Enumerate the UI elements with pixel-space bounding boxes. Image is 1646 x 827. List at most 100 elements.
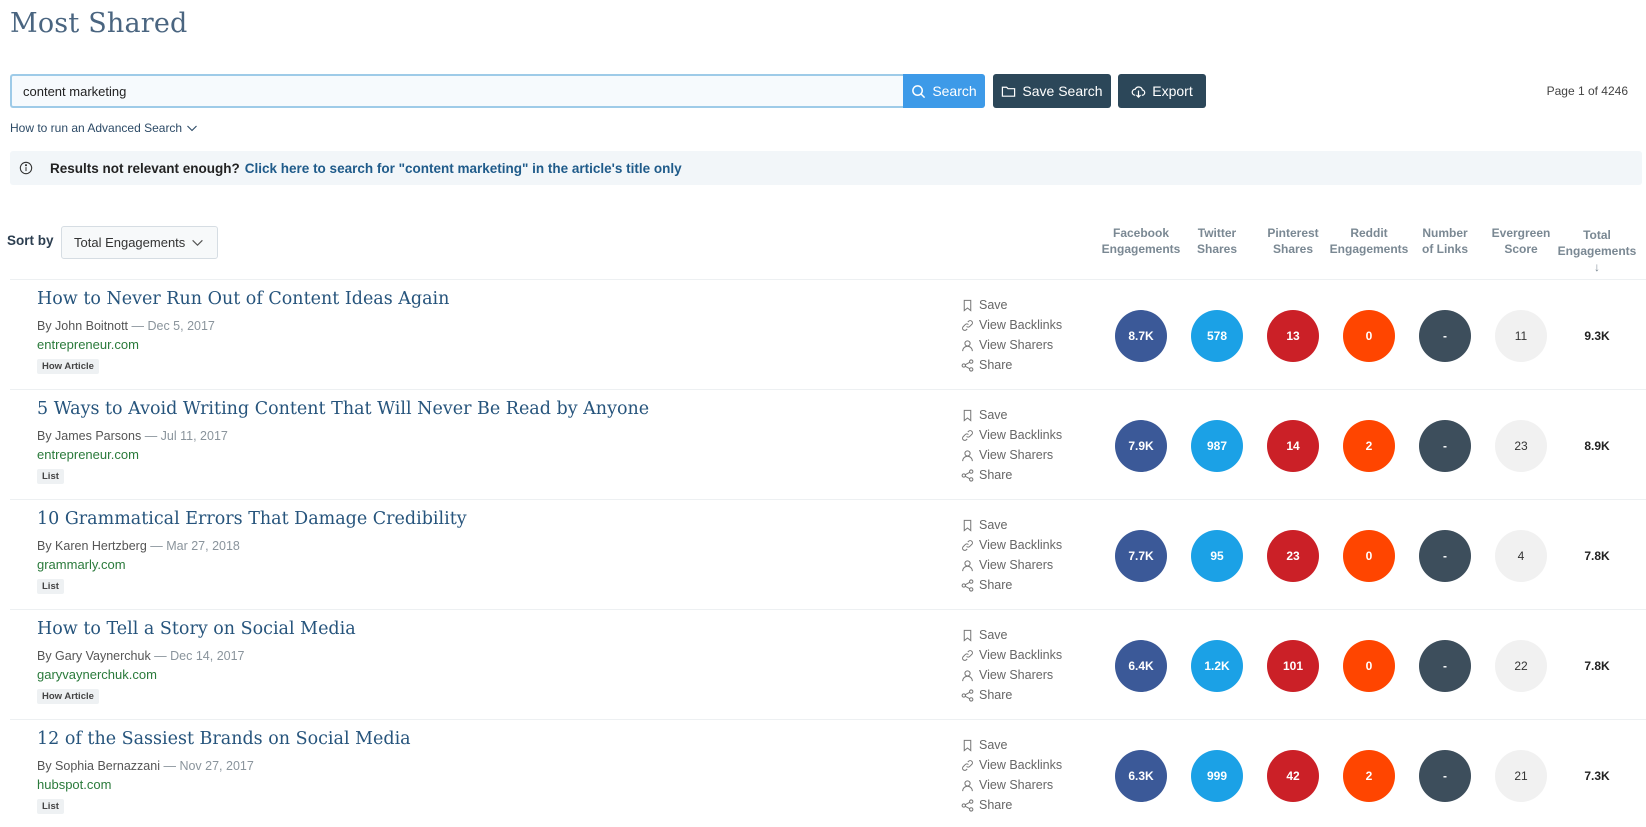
bookmark-icon [963,519,972,532]
article-domain[interactable]: entrepreneur.com [37,337,139,352]
view-backlinks-label: View Backlinks [979,538,1063,552]
article-actions: Save View Backlinks View Sharers Share [961,295,1062,375]
article-title[interactable]: 5 Ways to Avoid Writing Content That Wil… [37,399,649,419]
article-byline: By Karen Hertzberg — Mar 27, 2018 [37,539,240,553]
article-domain[interactable]: entrepreneur.com [37,447,139,462]
share-action[interactable]: Share [961,795,1062,815]
article-byline: By Sophia Bernazzani — Nov 27, 2017 [37,759,254,773]
save-action-label: Save [979,628,1008,642]
table-row: How to Tell a Story on Social Media By G… [0,609,1646,719]
number-of-links-badge: - [1419,420,1471,472]
col-header-facebook[interactable]: Facebook Engagements [1101,225,1181,257]
article-author[interactable]: By John Boitnott [37,319,128,333]
share-action[interactable]: Share [961,465,1062,485]
facebook-engagements-badge: 6.3K [1115,750,1167,802]
export-label: Export [1152,83,1193,99]
article-type-badge: How Article [37,359,99,374]
evergreen-score-badge: 22 [1495,640,1547,692]
total-engagements-value: 7.8K [1584,659,1610,673]
share-action-label: Share [979,688,1013,702]
article-date: — Dec 14, 2017 [150,649,245,663]
user-icon [962,449,973,461]
article-domain[interactable]: garyvaynerchuk.com [37,667,157,682]
view-backlinks-action[interactable]: View Backlinks [961,535,1062,555]
share-icon [961,798,974,812]
article-type-badge: List [37,799,64,814]
article-title[interactable]: How to Never Run Out of Content Ideas Ag… [37,289,449,309]
chevron-down-icon [187,125,197,132]
article-author[interactable]: By James Parsons [37,429,141,443]
export-button[interactable]: Export [1118,74,1206,108]
save-action-label: Save [979,518,1008,532]
article-type-badge: List [37,579,64,594]
share-action[interactable]: Share [961,575,1062,595]
view-sharers-action[interactable]: View Sharers [961,665,1062,685]
share-icon [961,688,974,702]
save-action[interactable]: Save [961,405,1062,425]
save-action-label: Save [979,408,1008,422]
article-author[interactable]: By Gary Vaynerchuk [37,649,151,663]
advanced-search-link[interactable]: How to run an Advanced Search [10,121,198,135]
search-icon [912,84,926,98]
sort-label: Sort by [7,233,54,248]
total-engagements-value: 9.3K [1584,329,1610,343]
link-icon [962,759,973,771]
article-byline: By Gary Vaynerchuk — Dec 14, 2017 [37,649,245,663]
article-actions: Save View Backlinks View Sharers Share [961,735,1062,815]
article-byline: By John Boitnott — Dec 5, 2017 [37,319,215,333]
user-icon [962,669,973,681]
save-action[interactable]: Save [961,625,1062,645]
share-action-label: Share [979,798,1013,812]
article-date: — Dec 5, 2017 [128,319,215,333]
link-icon [962,429,973,441]
title-only-search-link[interactable]: Click here to search for "content market… [245,161,682,176]
search-button[interactable]: Search [903,74,985,108]
view-backlinks-action[interactable]: View Backlinks [961,315,1062,335]
relevance-notice: Results not relevant enough? Click here … [10,151,1642,185]
facebook-engagements-badge: 7.7K [1115,530,1167,582]
sort-select[interactable]: Total Engagements [61,226,218,259]
article-author[interactable]: By Sophia Bernazzani [37,759,160,773]
share-action[interactable]: Share [961,685,1062,705]
view-sharers-action[interactable]: View Sharers [961,555,1062,575]
article-domain[interactable]: hubspot.com [37,777,111,792]
view-sharers-action[interactable]: View Sharers [961,335,1062,355]
view-backlinks-action[interactable]: View Backlinks [961,645,1062,665]
col-header-twitter[interactable]: Twitter Shares [1177,225,1257,257]
save-action[interactable]: Save [961,735,1062,755]
total-engagements-value: 7.8K [1584,549,1610,563]
col-header-total[interactable]: Total Engagements ↓ [1557,227,1637,275]
cloud-download-icon [1131,85,1146,98]
user-icon [962,339,973,351]
share-icon [961,468,974,482]
col-header-reddit[interactable]: Reddit Engagements [1329,225,1409,257]
article-author[interactable]: By Karen Hertzberg [37,539,147,553]
view-sharers-action[interactable]: View Sharers [961,445,1062,465]
share-action[interactable]: Share [961,355,1062,375]
article-actions: Save View Backlinks View Sharers Share [961,625,1062,705]
article-title[interactable]: 10 Grammatical Errors That Damage Credib… [37,509,467,529]
save-action[interactable]: Save [961,295,1062,315]
search-input[interactable] [10,74,903,108]
view-sharers-action[interactable]: View Sharers [961,775,1062,795]
article-domain[interactable]: grammarly.com [37,557,126,572]
col-header-links[interactable]: Number of Links [1405,225,1485,257]
col-header-pinterest[interactable]: Pinterest Shares [1253,225,1333,257]
facebook-engagements-badge: 7.9K [1115,420,1167,472]
article-date: — Nov 27, 2017 [160,759,254,773]
save-action[interactable]: Save [961,515,1062,535]
twitter-shares-badge: 578 [1191,310,1243,362]
article-title[interactable]: 12 of the Sassiest Brands on Social Medi… [37,729,411,749]
save-search-button[interactable]: Save Search [993,74,1111,108]
bookmark-icon [963,299,972,312]
reddit-engagements-badge: 2 [1343,420,1395,472]
article-title[interactable]: How to Tell a Story on Social Media [37,619,356,639]
view-backlinks-action[interactable]: View Backlinks [961,755,1062,775]
view-backlinks-label: View Backlinks [979,318,1063,332]
col-header-evergreen[interactable]: Evergreen Score [1481,225,1561,257]
view-backlinks-action[interactable]: View Backlinks [961,425,1062,445]
evergreen-score-badge: 23 [1495,420,1547,472]
pinterest-shares-badge: 23 [1267,530,1319,582]
bookmark-icon [963,409,972,422]
view-sharers-label: View Sharers [979,558,1054,572]
